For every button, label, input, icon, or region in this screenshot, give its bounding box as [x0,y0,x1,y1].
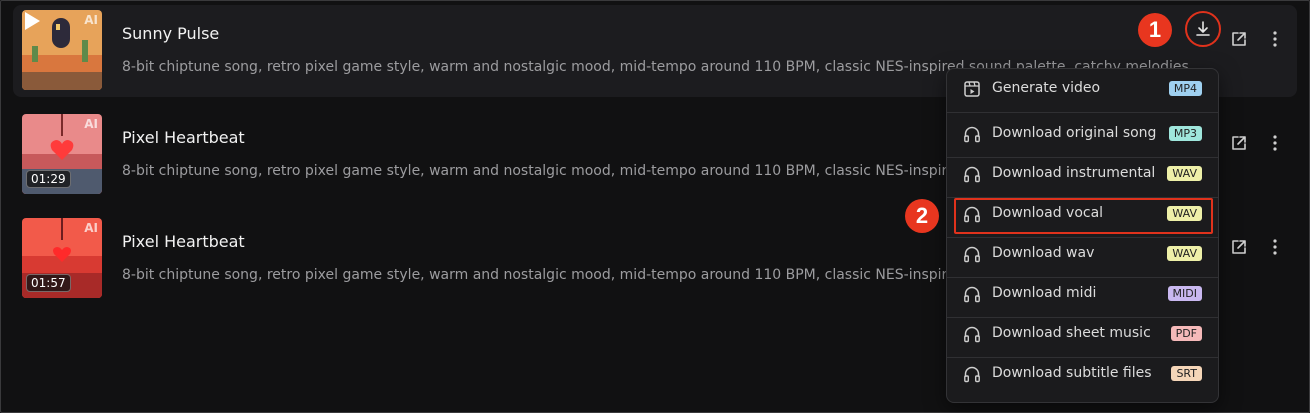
headphones-icon [964,246,980,263]
song-title[interactable]: Pixel Heartbeat [122,128,245,147]
duration-badge: 01:29 [26,170,71,188]
song-cover[interactable]: AI 01:57 [22,218,102,298]
menu-item-label: Download original song [992,125,1157,141]
menu-divider [947,112,1218,113]
more-vertical-icon [1273,239,1277,255]
menu-item-label: Download wav [992,245,1095,261]
more-vertical-icon [1273,135,1277,151]
more-options-button[interactable] [1264,132,1286,154]
share-button[interactable] [1228,28,1250,50]
menu-item-generate-video[interactable]: Generate video MP4 [947,69,1218,109]
headphones-icon [964,326,980,343]
format-tag: WAV [1167,166,1202,181]
highlight-download-vocal [954,198,1213,234]
duration-badge: 01:57 [26,274,71,292]
menu-item-download-subtitles[interactable]: Download subtitle files SRT [947,354,1218,394]
menu-item-download-midi[interactable]: Download midi MIDI [947,274,1218,314]
share-icon [1232,240,1246,254]
menu-item-label: Generate video [992,80,1101,96]
format-tag: MP4 [1168,81,1202,96]
headphones-icon [964,366,980,383]
song-cover[interactable]: AI 01:29 [22,114,102,194]
menu-item-label: Download sheet music [992,325,1151,341]
song-title[interactable]: Pixel Heartbeat [122,232,245,251]
format-tag: WAV [1167,246,1202,261]
step-marker-2: 2 [905,199,939,233]
menu-item-download-instrumental[interactable]: Download instrumental WAV [947,154,1218,194]
menu-item-download-original[interactable]: Download original song MP3 [947,114,1218,154]
menu-item-label: Download instrumental [992,165,1156,181]
format-tag: SRT [1171,366,1202,381]
headphones-icon [964,286,980,303]
share-button[interactable] [1228,236,1250,258]
format-tag: PDF [1170,326,1202,341]
menu-item-download-wav[interactable]: Download wav WAV [947,234,1218,274]
more-vertical-icon [1273,31,1277,47]
menu-item-download-sheet-music[interactable]: Download sheet music PDF [947,314,1218,354]
format-tag: MP3 [1168,126,1202,141]
video-icon [964,81,980,97]
more-options-button[interactable] [1264,236,1286,258]
format-tag: MIDI [1167,286,1202,301]
menu-item-label: Download subtitle files [992,365,1152,381]
share-icon [1232,136,1246,150]
share-button[interactable] [1228,132,1250,154]
song-list-panel: AI Sunny Pulse 8-bit chiptune song, retr… [0,0,1310,413]
download-menu: Generate video MP4 Download original son… [946,68,1219,403]
download-button[interactable] [1185,11,1221,47]
play-icon[interactable] [22,10,42,32]
ai-badge: AI [84,13,98,27]
menu-item-label: Download midi [992,285,1097,301]
song-cover[interactable]: AI [22,10,102,90]
more-options-button[interactable] [1264,28,1286,50]
ai-badge: AI [84,221,98,235]
ai-badge: AI [84,117,98,131]
song-title[interactable]: Sunny Pulse [122,24,219,43]
share-icon [1232,32,1246,46]
headphones-icon [964,166,980,183]
download-icon [1196,21,1210,36]
headphones-icon [964,126,980,143]
step-marker-1: 1 [1138,13,1172,47]
